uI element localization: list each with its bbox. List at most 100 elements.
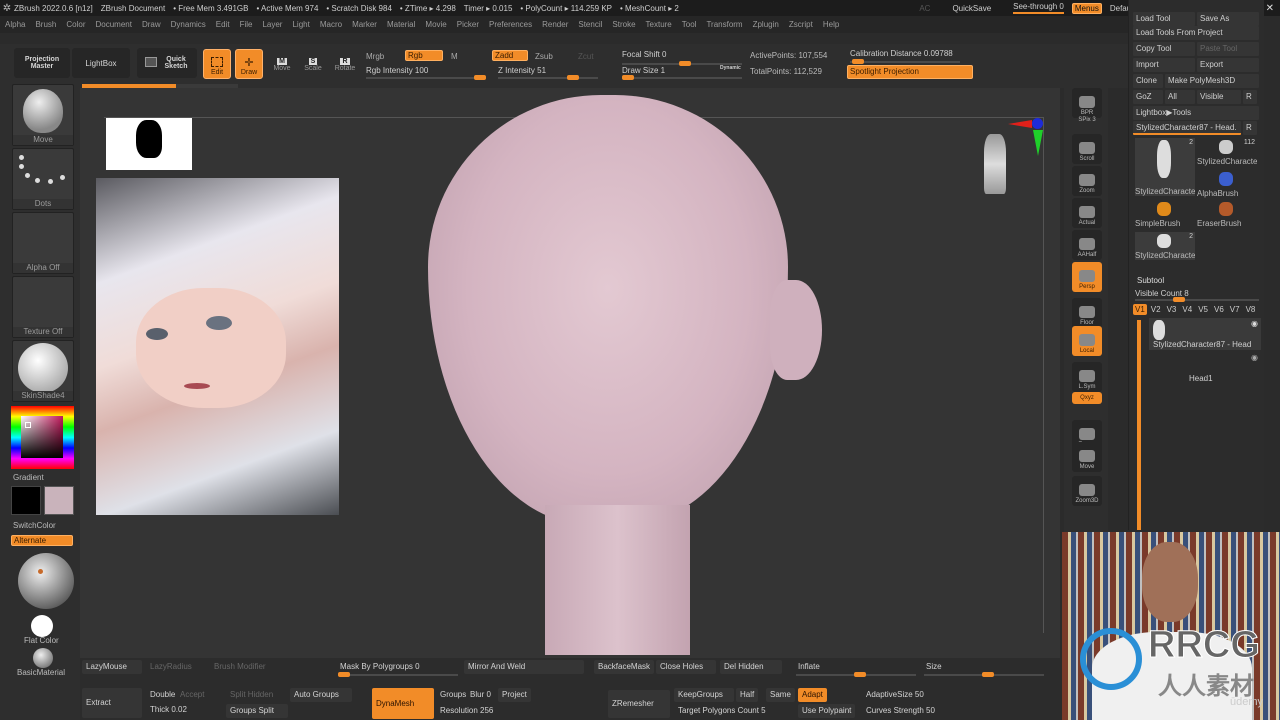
- shelf-l-sym-button[interactable]: L.Sym: [1072, 362, 1102, 392]
- load-tool-button[interactable]: Load Tool: [1133, 12, 1195, 26]
- dynamic-toggle[interactable]: Dynamic: [720, 65, 741, 71]
- reference-image[interactable]: [96, 178, 339, 515]
- lazymouse-button[interactable]: LazyMouse: [82, 660, 142, 674]
- secondary-color-swatch[interactable]: [44, 486, 74, 515]
- goz-button[interactable]: GoZ: [1133, 90, 1163, 104]
- version-v6-button[interactable]: V6: [1212, 304, 1226, 315]
- shelf-qxyz-button[interactable]: Qxyz: [1072, 392, 1102, 404]
- menu-picker[interactable]: Picker: [452, 20, 484, 29]
- switchcolor-button[interactable]: SwitchColor: [13, 521, 56, 530]
- menu-document[interactable]: Document: [91, 20, 137, 29]
- inflate-track[interactable]: [796, 672, 916, 677]
- move-button[interactable]: M Move: [270, 52, 294, 78]
- quick-sketch-button[interactable]: Quick Sketch: [137, 48, 197, 78]
- see-through-slider[interactable]: See-through 0: [1013, 2, 1064, 14]
- eye-icon[interactable]: ◉: [1251, 353, 1258, 362]
- current-tool-slider[interactable]: StylizedCharacter87 - Head.: [1133, 121, 1241, 135]
- menu-marker[interactable]: Marker: [347, 20, 382, 29]
- draw-button[interactable]: ✛ Draw: [235, 49, 263, 79]
- tool-thumbnail[interactable]: 2 StylizedCharacte: [1135, 232, 1195, 260]
- menu-stencil[interactable]: Stencil: [573, 20, 607, 29]
- version-v7-button[interactable]: V7: [1228, 304, 1242, 315]
- edit-button[interactable]: Edit: [203, 49, 231, 79]
- export-button[interactable]: Export: [1197, 58, 1259, 72]
- adaptive-size-slider[interactable]: AdaptiveSize 50: [862, 688, 928, 702]
- shelf-local-button[interactable]: Local: [1072, 326, 1102, 356]
- menu-preferences[interactable]: Preferences: [484, 20, 537, 29]
- use-polypaint-button[interactable]: Use Polypaint: [798, 704, 856, 718]
- navigation-gizmo[interactable]: [978, 116, 1048, 200]
- save-as-button[interactable]: Save As: [1197, 12, 1259, 26]
- zremesher-button[interactable]: ZRemesher: [608, 690, 670, 718]
- shelf-scroll-button[interactable]: Scroll: [1072, 134, 1102, 164]
- import-button[interactable]: Import: [1133, 58, 1195, 72]
- size-slider[interactable]: Size: [922, 660, 946, 674]
- menu-transform[interactable]: Transform: [701, 20, 747, 29]
- load-tools-from-project-button[interactable]: Load Tools From Project: [1133, 26, 1259, 40]
- menu-edit[interactable]: Edit: [211, 20, 235, 29]
- shelf-floor-button[interactable]: Floor: [1072, 298, 1102, 328]
- inflate-slider[interactable]: Inflate: [794, 660, 824, 674]
- make-polymesh3d-button[interactable]: Make PolyMesh3D: [1165, 74, 1259, 88]
- rotate-button[interactable]: R Rotate: [333, 52, 357, 78]
- project-button[interactable]: Project: [498, 688, 531, 702]
- projection-master-button[interactable]: Projection Master: [14, 48, 70, 78]
- eye-icon[interactable]: ◉: [1251, 319, 1258, 328]
- half-button[interactable]: Half: [736, 688, 759, 702]
- alpha-selector[interactable]: Alpha Off: [12, 212, 74, 274]
- basic-material-icon[interactable]: [33, 648, 53, 668]
- menus-button[interactable]: Menus: [1071, 2, 1102, 14]
- zcut-button[interactable]: Zcut: [578, 52, 594, 61]
- goz-all-button[interactable]: All: [1165, 90, 1195, 104]
- tool-thumbnail[interactable]: 112 StylizedCharacte: [1197, 138, 1257, 166]
- version-v3-button[interactable]: V3: [1165, 304, 1179, 315]
- version-v4-button[interactable]: V4: [1180, 304, 1194, 315]
- menu-stroke[interactable]: Stroke: [607, 20, 640, 29]
- blur-slider[interactable]: Blur 0: [466, 688, 495, 702]
- scale-button[interactable]: S Scale: [301, 52, 325, 78]
- dynamesh-button[interactable]: DynaMesh: [372, 688, 434, 719]
- menu-zscript[interactable]: Zscript: [784, 20, 818, 29]
- zadd-button[interactable]: Zadd: [492, 50, 528, 61]
- draw-size-slider[interactable]: [622, 75, 742, 80]
- menu-help[interactable]: Help: [818, 20, 844, 29]
- menu-light[interactable]: Light: [287, 20, 314, 29]
- shelf-spix-3-button[interactable]: SPix 3: [1072, 114, 1102, 126]
- groups-split-button[interactable]: Groups Split: [226, 704, 288, 718]
- target-polygons-slider[interactable]: Target Polygons Count 5: [674, 704, 770, 718]
- menu-tool[interactable]: Tool: [677, 20, 702, 29]
- flat-color-icon[interactable]: [31, 615, 53, 637]
- paste-tool-button[interactable]: Paste Tool: [1197, 42, 1259, 56]
- version-v2-button[interactable]: V2: [1149, 304, 1163, 315]
- lightbox-button[interactable]: LightBox: [72, 48, 130, 78]
- menu-macro[interactable]: Macro: [315, 20, 347, 29]
- material-selector[interactable]: SkinShade4: [12, 340, 74, 402]
- shelf-move-button[interactable]: Move: [1072, 442, 1102, 472]
- material-sphere-icon[interactable]: [18, 553, 74, 609]
- keepgroups-button[interactable]: KeepGroups: [674, 688, 734, 702]
- version-v5-button[interactable]: V5: [1196, 304, 1210, 315]
- visible-count-slider[interactable]: [1135, 297, 1259, 302]
- m-button[interactable]: M: [451, 52, 458, 61]
- menu-zplugin[interactable]: Zplugin: [748, 20, 784, 29]
- color-picker[interactable]: [11, 406, 74, 469]
- spotlight-projection-button[interactable]: Spotlight Projection: [847, 65, 973, 79]
- extract-button[interactable]: Extract: [82, 688, 142, 718]
- subtool-header[interactable]: Subtool: [1137, 276, 1164, 285]
- del-hidden-button[interactable]: Del Hidden: [720, 660, 782, 674]
- brush-modifier-slider[interactable]: Brush Modifier: [210, 660, 270, 674]
- lazyradius-slider[interactable]: LazyRadius: [146, 660, 196, 674]
- accept-button[interactable]: Accept: [176, 688, 208, 702]
- menu-dynamics[interactable]: Dynamics: [166, 20, 211, 29]
- subtool-item[interactable]: ◉ Head1: [1149, 352, 1261, 384]
- lightbox-tools-button[interactable]: Lightbox▶Tools: [1133, 106, 1259, 120]
- version-v1-button[interactable]: V1: [1133, 304, 1147, 315]
- thick-slider[interactable]: Thick 0.02: [146, 703, 191, 717]
- goz-r-button[interactable]: R: [1243, 90, 1257, 104]
- tool-thumbnail[interactable]: AlphaBrush: [1197, 170, 1257, 198]
- texture-selector[interactable]: Texture Off: [12, 276, 74, 338]
- tool-thumbnail[interactable]: EraserBrush: [1197, 200, 1257, 228]
- menu-file[interactable]: File: [235, 20, 258, 29]
- mirror-and-weld-button[interactable]: Mirror And Weld: [464, 660, 584, 674]
- auto-groups-button[interactable]: Auto Groups: [290, 688, 352, 702]
